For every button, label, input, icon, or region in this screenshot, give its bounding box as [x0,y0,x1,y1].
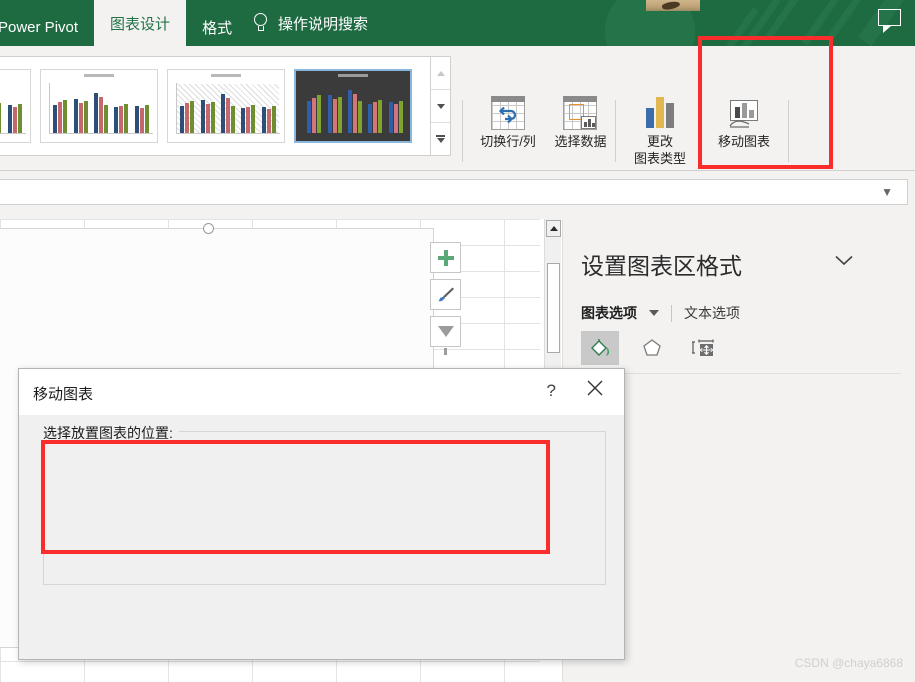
gallery-scroll-up[interactable] [431,57,450,90]
comment-bubble-icon[interactable] [878,9,903,33]
fill-and-line-tab[interactable] [581,331,619,365]
size-and-properties-icon [692,339,714,356]
pane-tab-text-options[interactable]: 文本选项 [684,303,740,323]
select-data-button[interactable]: 选择数据 [548,96,612,150]
dialog-title: 移动图表 [33,386,94,403]
group-separator [615,100,616,162]
chevron-down-icon[interactable] [649,310,659,316]
gallery-scrollbar[interactable] [430,56,451,156]
tab-power-pivot[interactable]: Power Pivot [0,8,94,46]
chart-style-thumb-selected[interactable] [294,69,412,143]
chart-style-thumb[interactable] [40,69,158,143]
ribbon-tabs: Power Pivot 图表设计 格式 [0,0,248,46]
dialog-close-button[interactable] [586,379,604,397]
group-separator [829,100,830,162]
gallery-scroll-down[interactable] [431,90,450,123]
tab-chart-design[interactable]: 图表设计 [94,0,187,46]
switch-row-column-button[interactable]: 切换行/列 [476,96,540,150]
chart-style-thumb[interactable] [167,69,285,143]
formula-input[interactable] [0,179,908,205]
effects-icon [643,339,661,356]
expand-formula-bar-button[interactable]: ▼ [881,185,893,199]
more-styles-icon [436,134,445,144]
paintbrush-icon [436,285,456,305]
pane-icon-tabs [581,331,723,365]
move-chart-button[interactable]: 移动图表 [712,96,776,150]
pane-option-tabs: 图表选项 文本选项 [581,303,740,323]
change-chart-type-button[interactable]: 更改 图表类型 [628,96,692,167]
switch-row-column-icon [491,96,525,130]
ribbon-body: 切换行/列 选择数据 数据 更改 图表类型 [0,46,915,210]
chart-styles-gallery[interactable] [0,56,434,156]
watermark: CSDN @chaya6868 [794,656,903,670]
avatar[interactable] [646,0,700,11]
change-chart-type-label-line1: 更改 [646,134,673,149]
move-chart-dialog: 移动图表 ? 选择放置图表的位置: 新工作表(S): 柱状分析图 [18,368,625,660]
formula-bar-area: ▼ [0,171,915,219]
chart-resize-handle-top[interactable] [203,223,214,234]
close-icon [587,380,603,396]
move-chart-label: 移动图表 [717,134,770,149]
scroll-up-icon [436,70,445,76]
scroll-up-icon [549,226,558,231]
chart-side-buttons [430,242,464,355]
select-data-icon [563,96,598,130]
gallery-more-styles[interactable] [431,123,450,155]
pane-minimize-button[interactable] [835,253,853,271]
select-data-label: 选择数据 [554,134,607,149]
pane-divider [581,373,901,374]
change-chart-type-label-line2: 图表类型 [633,151,686,166]
scroll-up-button[interactable] [546,220,561,237]
chart-styles-button[interactable] [430,279,461,310]
lightbulb-icon [252,13,269,33]
funnel-icon [437,326,454,355]
dialog-title-bar [19,369,624,415]
switch-row-column-label: 切换行/列 [480,134,536,149]
scroll-down-icon [436,103,445,109]
chart-style-thumb[interactable] [0,69,31,143]
effects-tab[interactable] [633,331,671,365]
chevron-down-icon [835,255,853,266]
move-chart-icon [727,96,761,130]
tab-format[interactable]: 格式 [186,8,248,46]
pane-tab-chart-options[interactable]: 图表选项 [581,303,637,323]
size-and-properties-tab[interactable] [685,331,723,365]
dialog-help-button[interactable]: ? [547,381,556,401]
dialog-legend: 选择放置图表的位置: [43,423,179,443]
group-separator [462,100,463,162]
ribbon-tab-bar: Power Pivot 图表设计 格式 操作说明搜索 [0,0,915,46]
group-separator [699,100,700,162]
pane-title: 设置图表区格式 [581,253,742,279]
chart-elements-button[interactable] [430,242,461,273]
change-chart-type-icon [643,96,677,130]
chart-filters-button[interactable] [430,316,461,355]
tell-me-search[interactable]: 操作说明搜索 [252,0,368,46]
scrollbar-thumb[interactable] [547,263,560,353]
divider [671,304,672,322]
ribbon-decoration [585,0,915,46]
placement-fieldset [43,431,606,585]
group-separator [788,100,789,162]
fill-and-line-icon [591,339,609,356]
tell-me-label: 操作说明搜索 [278,15,369,33]
plus-icon [437,249,454,266]
